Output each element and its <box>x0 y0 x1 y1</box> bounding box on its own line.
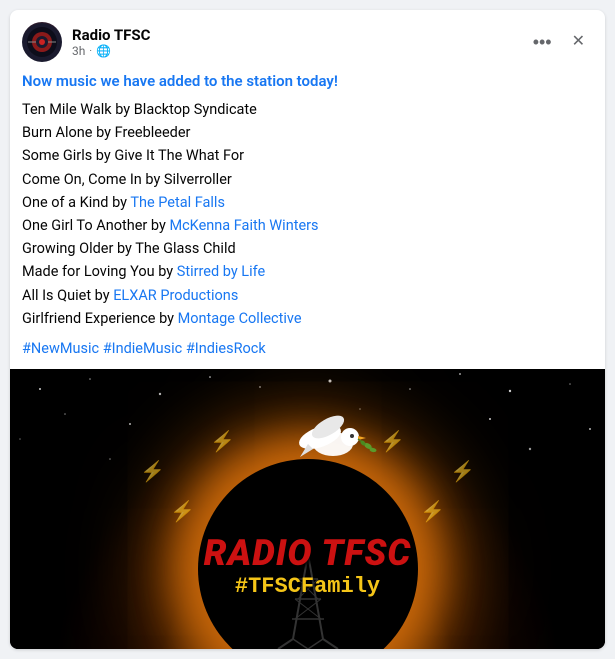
track-item: Made for Loving You by Stirred by Life <box>22 260 593 283</box>
track-item: Growing Older by The Glass Child <box>22 237 593 260</box>
track-item: Burn Alone by Freebleeder <box>22 121 593 144</box>
globe-icon: 🌐 <box>96 44 111 58</box>
artist-link[interactable]: The Petal Falls <box>130 194 225 211</box>
track-item: Girlfriend Experience by Montage Collect… <box>22 307 593 330</box>
time-ago: 3h <box>72 44 85 58</box>
track-item: One of a Kind by The Petal Falls <box>22 191 593 214</box>
artist-link[interactable]: Montage Collective <box>178 310 302 327</box>
artist-link[interactable]: ELXAR Productions <box>113 287 238 304</box>
post-image: ⚡ ⚡ ⚡ ⚡ ⚡ ⚡ <box>10 369 605 649</box>
post-meta: 3h · 🌐 <box>72 44 525 58</box>
bolt-top-right: ⚡ <box>380 429 405 453</box>
track-item: Ten Mile Walk by Blacktop Syndicate <box>22 98 593 121</box>
post-body: Now music we have added to the station t… <box>10 68 605 369</box>
track-item: One Girl To Another by McKenna Faith Win… <box>22 214 593 237</box>
bolt-top-left: ⚡ <box>210 429 235 453</box>
post-card: Radio TFSC 3h · 🌐 ••• ✕ Now music we hav… <box>10 10 605 649</box>
close-button[interactable]: ✕ <box>564 30 593 54</box>
bolt-right-2: ⚡ <box>420 499 445 523</box>
artist-link[interactable]: McKenna Faith Winters <box>169 217 318 234</box>
hashtags[interactable]: #NewMusic #IndieMusic #IndiesRock <box>22 340 593 357</box>
artist-link[interactable]: Stirred by Life <box>177 263 265 280</box>
bolt-right-1: ⚡ <box>450 459 475 483</box>
bolt-left-2: ⚡ <box>170 499 195 523</box>
post-header: Radio TFSC 3h · 🌐 ••• ✕ <box>10 10 605 68</box>
track-item: Some Girls by Give It The What For <box>22 144 593 167</box>
separator: · <box>89 46 92 57</box>
tagline: #TFSCFamily <box>204 574 412 599</box>
page-name[interactable]: Radio TFSC <box>72 26 525 44</box>
more-options-button[interactable]: ••• <box>525 29 560 55</box>
radio-name: RADIO TFSC <box>204 532 412 574</box>
header-actions: ••• ✕ <box>525 29 593 55</box>
avatar[interactable] <box>22 22 62 62</box>
radio-branding: RADIO TFSC #TFSCFamily <box>204 532 412 599</box>
post-headline: Now music we have added to the station t… <box>22 72 593 90</box>
dove-icon <box>278 399 378 479</box>
track-item: Come On, Come In by Silverroller <box>22 168 593 191</box>
bolt-left-1: ⚡ <box>140 459 165 483</box>
track-list: Ten Mile Walk by Blacktop SyndicateBurn … <box>22 98 593 330</box>
header-info: Radio TFSC 3h · 🌐 <box>72 26 525 58</box>
track-item: All Is Quiet by ELXAR Productions <box>22 284 593 307</box>
